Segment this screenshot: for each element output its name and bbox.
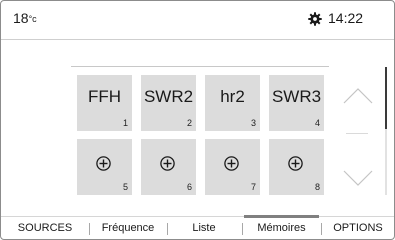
- preset-button-8[interactable]: 8: [269, 139, 324, 195]
- preset-label: SWR2: [143, 87, 194, 106]
- preset-number: 1: [122, 118, 128, 128]
- preset-button-2[interactable]: SWR2 2: [141, 75, 196, 131]
- tab-frequence[interactable]: Fréquence: [91, 217, 165, 239]
- preset-number: 5: [122, 182, 128, 192]
- scrollbar-thumb[interactable]: [385, 67, 387, 129]
- preset-label: SWR3: [271, 87, 322, 106]
- outside-temperature: 18°c: [13, 10, 37, 26]
- preset-number: 4: [314, 118, 320, 128]
- status-bar: 18°c 14:22: [1, 1, 394, 39]
- preset-button-7[interactable]: 7: [205, 139, 260, 195]
- tab-liste[interactable]: Liste: [169, 217, 239, 239]
- preset-label: FFH: [87, 87, 122, 106]
- tab-separator: [242, 223, 243, 235]
- chevron-down-icon[interactable]: [340, 165, 376, 191]
- preset-button-3[interactable]: hr2 3: [205, 75, 260, 131]
- preset-number: 7: [250, 182, 256, 192]
- preset-label: hr2: [220, 87, 245, 106]
- radio-screen: 18°c 14:22 FFH 1 SWR2 2 hr2 3 SWR3 4 5 6…: [0, 0, 395, 240]
- add-icon: [224, 156, 239, 171]
- gear-icon[interactable]: [308, 12, 322, 26]
- tab-memoires[interactable]: Mémoires: [244, 217, 319, 239]
- preset-button-4[interactable]: SWR3 4: [269, 75, 324, 131]
- preset-number: 6: [186, 182, 192, 192]
- chevron-up-icon[interactable]: [340, 83, 376, 109]
- tab-separator: [89, 223, 90, 235]
- tab-options[interactable]: OPTIONS: [323, 217, 393, 239]
- add-icon: [288, 156, 303, 171]
- preset-number: 8: [314, 182, 320, 192]
- tab-bar: SOURCES Fréquence Liste Mémoires OPTIONS: [1, 217, 394, 239]
- preset-number: 2: [186, 118, 192, 128]
- presets-top-rule: [71, 66, 329, 67]
- status-divider: [1, 39, 394, 40]
- tab-separator: [167, 223, 168, 235]
- clock: 14:22: [328, 10, 364, 26]
- temperature-unit: °c: [28, 14, 37, 24]
- add-icon: [160, 156, 175, 171]
- preset-button-5[interactable]: 5: [77, 139, 132, 195]
- preset-button-6[interactable]: 6: [141, 139, 196, 195]
- preset-button-1[interactable]: FFH 1: [77, 75, 132, 131]
- scroll-divider: [346, 133, 368, 134]
- temperature-value: 18: [13, 10, 29, 26]
- tab-sources[interactable]: SOURCES: [3, 217, 87, 239]
- preset-number: 3: [250, 118, 256, 128]
- add-icon: [96, 156, 111, 171]
- tab-separator: [321, 223, 322, 235]
